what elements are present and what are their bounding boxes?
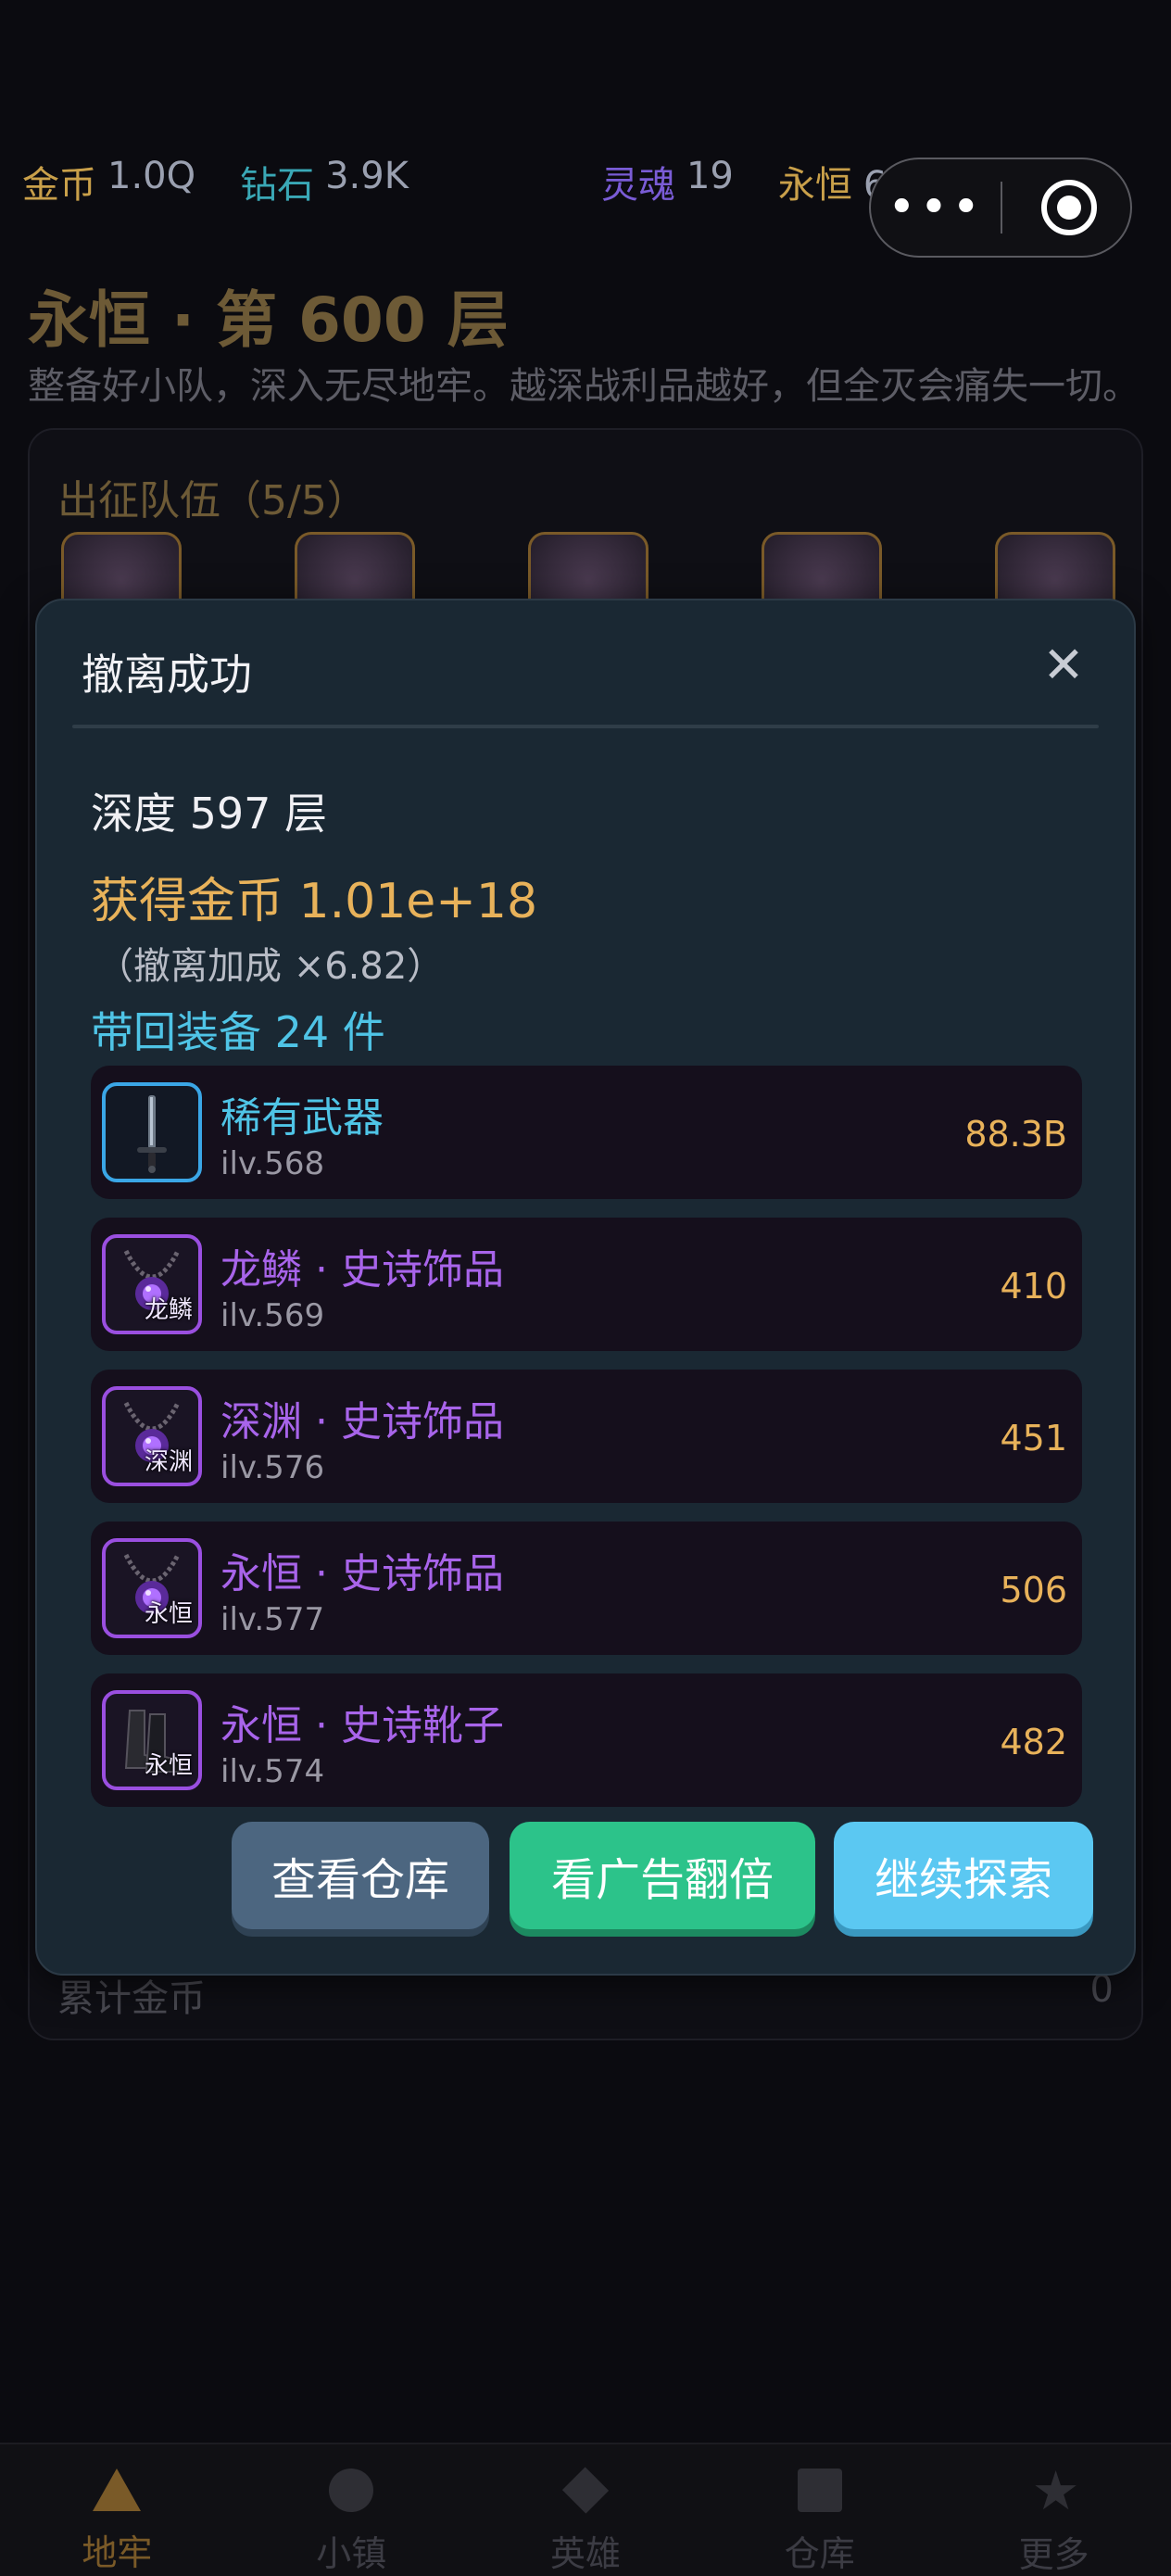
soul-value: 19 <box>686 155 734 197</box>
more-menu-button[interactable]: ••• <box>871 180 1001 235</box>
nav-more[interactable]: ★ 更多 <box>937 2444 1171 2576</box>
item-value: 410 <box>1000 1266 1067 1307</box>
item-tag: 龙鳞 <box>144 1296 193 1324</box>
necklace-icon: 龙鳞 <box>102 1234 202 1334</box>
item-tag: 永恒 <box>144 1600 193 1628</box>
diamond-value: 3.9K <box>325 155 409 197</box>
square-icon <box>797 2469 842 2512</box>
boots-icon: 永恒 <box>102 1690 202 1790</box>
eternal-label: 永恒 <box>777 164 852 207</box>
nav-label: 地牢 <box>82 2532 153 2573</box>
item-name: 永恒 · 史诗靴子 <box>220 1702 504 1749</box>
nav-warehouse[interactable]: 仓库 <box>702 2444 937 2576</box>
diamond-label: 钻石 <box>240 164 315 207</box>
soul-resource: 灵魂 19 <box>601 155 734 208</box>
page-subtitle: 整备好小队，深入无尽地牢。越深战利品越好，但全灭会痛失一切。 <box>28 365 1140 408</box>
nav-label: 小镇 <box>316 2533 387 2574</box>
close-miniprogram-icon[interactable] <box>1041 180 1097 235</box>
gold-label: 金币 <box>22 164 96 207</box>
nav-town[interactable]: 小镇 <box>234 2444 469 2576</box>
equipment-count: 带回装备 24 件 <box>91 1007 385 1057</box>
item-name: 龙鳞 · 史诗饰品 <box>220 1246 504 1294</box>
gold-resource: 金币 1.0Q <box>22 155 195 208</box>
item-level: ilv.576 <box>220 1449 325 1486</box>
item-name: 深渊 · 史诗饰品 <box>220 1398 504 1446</box>
item-tag: 深渊 <box>144 1448 193 1476</box>
circle-icon <box>329 2469 374 2512</box>
triangle-icon <box>93 2469 142 2511</box>
sword-icon <box>102 1082 202 1182</box>
watch-ad-double-button[interactable]: 看广告翻倍 <box>510 1822 815 1929</box>
view-warehouse-button[interactable]: 查看仓库 <box>232 1822 489 1929</box>
capsule-divider <box>1001 182 1002 234</box>
gold-reward: 获得金币 1.01e+18 <box>91 874 538 929</box>
list-item[interactable]: 永恒 永恒 · 史诗饰品 ilv.577 506 <box>91 1522 1082 1655</box>
star-icon: ★ <box>1031 2459 1080 2522</box>
nav-label: 英雄 <box>549 2533 621 2574</box>
nav-heroes[interactable]: 英雄 <box>469 2444 703 2576</box>
cumulative-gold-value: 0 <box>1089 1968 1114 2011</box>
page-title: 永恒 · 第 600 层 <box>28 284 509 356</box>
cumulative-gold-label: 累计金币 <box>57 1977 206 2020</box>
close-icon[interactable]: ✕ <box>1038 639 1089 691</box>
item-value: 482 <box>1000 1722 1067 1762</box>
item-value: 88.3B <box>964 1114 1067 1155</box>
modal-title: 撤离成功 <box>82 650 252 700</box>
modal-divider <box>72 725 1099 728</box>
gold-value: 1.0Q <box>107 155 196 197</box>
depth-text: 深度 597 层 <box>91 789 328 839</box>
item-level: ilv.568 <box>220 1145 325 1182</box>
necklace-icon: 深渊 <box>102 1386 202 1486</box>
loot-list: 稀有武器 ilv.568 88.3B 龙鳞 龙鳞 · 史诗饰品 ilv.569 … <box>91 1066 1082 1825</box>
nav-label: 更多 <box>1018 2534 1089 2575</box>
diamond-icon <box>561 2467 610 2514</box>
item-level: ilv.569 <box>220 1297 325 1334</box>
diamond-resource: 钻石 3.9K <box>240 155 409 208</box>
continue-explore-button[interactable]: 继续探索 <box>834 1822 1093 1929</box>
team-title: 出征队伍（5/5） <box>57 477 368 524</box>
evacuation-success-modal: 撤离成功 ✕ 深度 597 层 获得金币 1.01e+18 （撤离加成 ×6.8… <box>35 599 1136 1976</box>
cumulative-gold-row: 累计金币 0 <box>57 1968 1114 2022</box>
item-name: 永恒 · 史诗饰品 <box>220 1550 504 1597</box>
nav-dungeon[interactable]: 地牢 <box>0 2444 234 2576</box>
item-name: 稀有武器 <box>220 1094 384 1142</box>
item-value: 506 <box>1000 1570 1067 1610</box>
nav-label: 仓库 <box>784 2533 855 2574</box>
item-level: ilv.574 <box>220 1753 325 1790</box>
list-item[interactable]: 永恒 永恒 · 史诗靴子 ilv.574 482 <box>91 1673 1082 1807</box>
bottom-nav: 地牢 小镇 英雄 仓库 ★ 更多 <box>0 2443 1171 2576</box>
miniprogram-capsule: ••• <box>869 158 1132 258</box>
necklace-icon: 永恒 <box>102 1538 202 1638</box>
item-level: ilv.577 <box>220 1601 325 1638</box>
item-value: 451 <box>1000 1418 1067 1458</box>
list-item[interactable]: 深渊 深渊 · 史诗饰品 ilv.576 451 <box>91 1370 1082 1503</box>
item-tag: 永恒 <box>144 1752 193 1780</box>
evac-bonus: （撤离加成 ×6.82） <box>96 945 445 988</box>
list-item[interactable]: 稀有武器 ilv.568 88.3B <box>91 1066 1082 1199</box>
soul-label: 灵魂 <box>600 164 675 207</box>
list-item[interactable]: 龙鳞 龙鳞 · 史诗饰品 ilv.569 410 <box>91 1218 1082 1351</box>
